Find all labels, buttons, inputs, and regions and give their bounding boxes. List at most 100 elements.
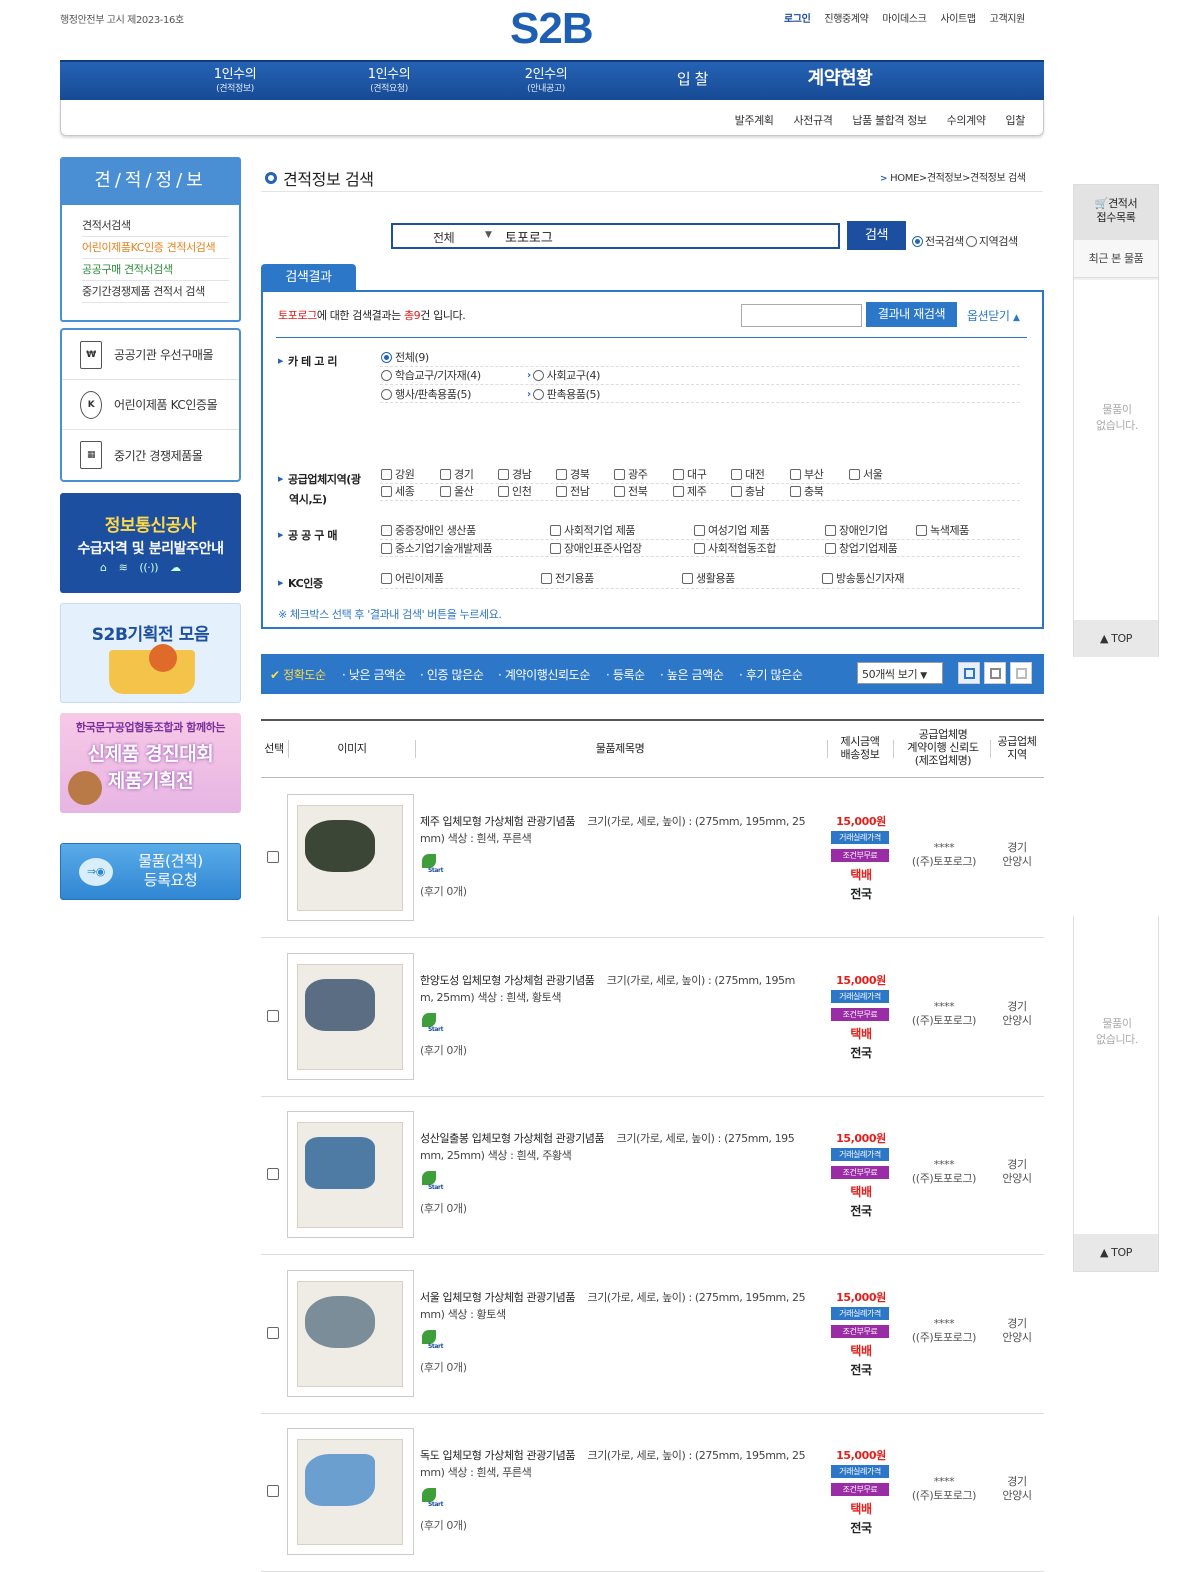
checkbox[interactable]	[694, 524, 705, 536]
region-option[interactable]: 충북	[790, 483, 824, 499]
sidebar-item-kc-search[interactable]: 어린이제품KC인증 견적서검색	[82, 237, 229, 259]
region-option[interactable]: 세종	[381, 483, 415, 499]
checkbox[interactable]	[682, 572, 693, 584]
gnb-1person-estimate-request[interactable]: 1인수의 (견적요청)	[354, 67, 424, 97]
category-all[interactable]: 전체(9)	[381, 349, 429, 365]
checkbox[interactable]	[381, 542, 392, 554]
login-link[interactable]: 로그인	[784, 10, 811, 25]
region-option[interactable]: 제주	[673, 483, 707, 499]
sort-high-price[interactable]: · 높은 금액순	[660, 666, 724, 683]
product-image[interactable]	[287, 1269, 414, 1397]
product-image[interactable]	[287, 794, 414, 921]
checkbox[interactable]	[541, 572, 552, 584]
supplier-info[interactable]: **** ((주)토포로그)	[898, 1317, 990, 1345]
sort-reviews[interactable]: · 후기 많은순	[739, 666, 803, 683]
checkbox[interactable]	[381, 572, 392, 584]
checkbox[interactable]	[381, 485, 392, 497]
category-learning[interactable]: 학습교구/기자재(4)	[381, 367, 481, 383]
grid-view-button[interactable]	[984, 662, 1006, 684]
checkbox[interactable]	[381, 524, 392, 536]
category-social[interactable]: › 사회교구(4)	[527, 367, 600, 383]
top-button[interactable]: ▲ TOP	[1074, 620, 1158, 657]
checkbox[interactable]	[440, 485, 451, 497]
sidebar-item-public-search[interactable]: 공공구매 견적서검색	[82, 259, 229, 281]
search-input[interactable]	[505, 227, 825, 245]
checkbox[interactable]	[822, 572, 833, 584]
checkbox[interactable]	[790, 468, 801, 480]
region-option[interactable]: 서울	[849, 466, 883, 482]
kc-option[interactable]: 전기용품	[541, 570, 594, 586]
supplier-info[interactable]: **** ((주)토포로그)	[898, 1475, 990, 1503]
product-image[interactable]	[287, 1111, 414, 1239]
sort-reliability[interactable]: · 계약이행신뢰도순	[498, 666, 590, 683]
row-select-checkbox[interactable]	[267, 1009, 279, 1022]
region-option[interactable]: 경남	[498, 466, 532, 482]
ict-construction-banner[interactable]: 정보통신공사 수급자격 및 분리발주안내 ⌂ ≋ ((·)) ☁	[60, 493, 241, 593]
row-select-checkbox[interactable]	[267, 1168, 279, 1181]
subnav-bid[interactable]: 입찰	[1006, 112, 1026, 128]
checkbox[interactable]	[556, 485, 567, 497]
public-purchase-option[interactable]: 사회적기업 제품	[550, 522, 636, 538]
checkbox[interactable]	[790, 485, 801, 497]
results-tab[interactable]: 검색결과	[261, 264, 356, 291]
support-link[interactable]: 고객지원	[990, 10, 1026, 25]
shop-kc-children[interactable]: K 어린이제품 KC인증몰	[62, 380, 239, 430]
category-event[interactable]: 행사/판촉용품(5)	[381, 386, 471, 402]
product-title-link[interactable]: 독도 입체모형 가상체험 관광기념품 크기(가로, 세로, 높이) : (275…	[420, 1447, 820, 1481]
checkbox[interactable]	[916, 524, 927, 536]
gnb-1person-estimate-info[interactable]: 1인수의 (견적정보)	[200, 67, 270, 97]
sidebar-item-sme-search[interactable]: 중기간경쟁제품 견적서 검색	[82, 281, 229, 303]
product-title-link[interactable]: 성산일출봉 입체모형 가상체험 관광기념품 크기(가로, 세로, 높이) : (…	[420, 1130, 820, 1164]
checkbox[interactable]	[673, 485, 684, 497]
shop-sme-competition[interactable]: ▦ 중기간 경쟁제품몰	[62, 430, 239, 480]
checkbox[interactable]	[731, 468, 742, 480]
checkbox[interactable]	[550, 524, 561, 536]
subnav-prespec[interactable]: 사전규격	[794, 112, 833, 128]
checkbox[interactable]	[440, 468, 451, 480]
region-option[interactable]: 대전	[731, 466, 765, 482]
product-register-request-banner[interactable]: ⇒◉ 물품(견적) 등록요청	[60, 843, 241, 900]
region-option[interactable]: 대구	[673, 466, 707, 482]
public-purchase-option[interactable]: 중소기업기술개발제품	[381, 540, 493, 556]
refine-search-button[interactable]: 결과내 재검색	[866, 302, 957, 327]
checkbox[interactable]	[731, 485, 742, 497]
row-select-checkbox[interactable]	[267, 1485, 279, 1498]
region-option[interactable]: 강원	[381, 466, 415, 482]
shop-priority-purchase[interactable]: ₩ 공공기관 우선구매몰	[62, 330, 239, 380]
mydesk-link[interactable]: 마이데스크	[882, 10, 926, 25]
public-purchase-option[interactable]: 장애인표준사업장	[550, 540, 642, 556]
gnb-bid[interactable]: 입 찰	[665, 72, 720, 87]
region-option[interactable]: 충남	[731, 483, 765, 499]
region-option[interactable]: 울산	[440, 483, 474, 499]
scope-regional-radio[interactable]	[965, 235, 977, 247]
checkbox[interactable]	[825, 524, 836, 536]
checkbox[interactable]	[498, 468, 509, 480]
refine-input[interactable]	[741, 304, 862, 327]
sitemap-link[interactable]: 사이트맵	[940, 10, 976, 25]
sidebar-item-estimate-search[interactable]: 견적서검색	[82, 215, 229, 237]
subnav-failed-delivery[interactable]: 납품 불합격 정보	[852, 112, 927, 128]
search-category-select[interactable]: 전체	[433, 229, 455, 246]
sort-low-price[interactable]: · 낮은 금액순	[342, 666, 406, 683]
region-option[interactable]: 경북	[556, 466, 590, 482]
estimate-receipt-list[interactable]: 🛒견적서 접수목록	[1074, 185, 1158, 240]
checkbox[interactable]	[849, 468, 860, 480]
product-image[interactable]	[287, 952, 414, 1080]
subnav-private-contract[interactable]: 수의계약	[947, 112, 986, 128]
region-option[interactable]: 전남	[556, 483, 590, 499]
public-purchase-option[interactable]: 중증장애인 생산품	[381, 522, 476, 538]
region-option[interactable]: 부산	[790, 466, 824, 482]
region-option[interactable]: 광주	[614, 466, 648, 482]
subnav-order-plan[interactable]: 발주계획	[735, 112, 774, 128]
gnb-2person-notice[interactable]: 2인수의 (안내공고)	[511, 67, 581, 97]
row-select-checkbox[interactable]	[267, 851, 279, 863]
row-select-checkbox[interactable]	[267, 1326, 279, 1339]
product-title-link[interactable]: 제주 입체모형 가상체험 관광기념품 크기(가로, 세로, 높이) : (275…	[420, 813, 820, 847]
review-count[interactable]: (후기 0개)	[420, 883, 467, 899]
checkbox[interactable]	[825, 542, 836, 554]
new-product-contest-banner[interactable]: 한국문구공업협동조합과 함께하는 신제품 경진대회 제품기획전	[60, 713, 241, 813]
review-count[interactable]: (후기 0개)	[420, 1359, 467, 1375]
product-title-link[interactable]: 서울 입체모형 가상체험 관광기념품 크기(가로, 세로, 높이) : (275…	[420, 1289, 820, 1323]
review-count[interactable]: (후기 0개)	[420, 1200, 467, 1216]
product-image[interactable]	[287, 1428, 414, 1556]
